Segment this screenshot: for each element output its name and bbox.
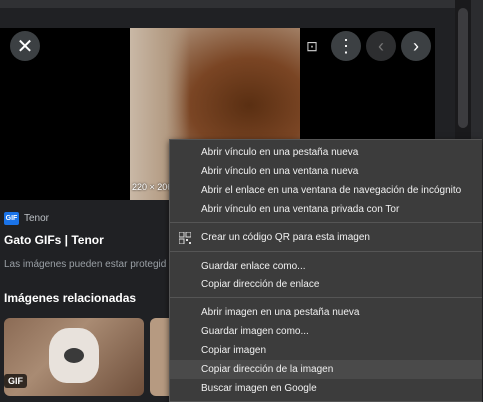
result-title[interactable]: Gato GIFs | Tenor <box>4 233 104 247</box>
menu-item-open-image-new-tab[interactable]: Abrir imagen en una pestaña nueva <box>170 303 482 322</box>
context-menu: Abrir vínculo en una pestaña nueva Abrir… <box>169 139 482 402</box>
menu-item-search-image-google[interactable]: Buscar imagen en Google <box>170 379 482 398</box>
gif-source-icon: GIF <box>4 212 19 225</box>
close-icon: ✕ <box>16 35 34 58</box>
qr-code-icon <box>178 231 191 244</box>
lens-button[interactable]: ⊡ <box>297 31 327 61</box>
previous-image-button[interactable]: ‹ <box>366 31 396 61</box>
menu-item-copy-image-address[interactable]: Copiar dirección de la imagen <box>170 360 482 379</box>
lens-icon: ⊡ <box>306 37 318 54</box>
menu-separator <box>170 222 482 223</box>
next-image-button[interactable]: › <box>401 31 431 61</box>
menu-item-open-link-incognito[interactable]: Abrir el enlace en una ventana de navega… <box>170 181 482 200</box>
source-name: Tenor <box>24 213 50 224</box>
top-bar <box>0 0 455 8</box>
menu-item-copy-image[interactable]: Copiar imagen <box>170 341 482 360</box>
chevron-left-icon: ‹ <box>378 35 384 56</box>
copyright-notice: Las imágenes pueden estar protegid <box>4 259 167 270</box>
related-images-heading: Imágenes relacionadas <box>4 291 137 305</box>
menu-separator <box>170 251 482 252</box>
related-gif-badge: GIF <box>4 374 27 388</box>
menu-item-create-qr[interactable]: Crear un código QR para esta imagen <box>170 228 482 247</box>
source-row[interactable]: GIF Tenor <box>4 212 49 225</box>
menu-item-save-link[interactable]: Guardar enlace como... <box>170 257 482 276</box>
more-options-button[interactable]: ⋮ <box>331 31 361 61</box>
more-vertical-icon: ⋮ <box>337 35 355 56</box>
chevron-right-icon: › <box>413 35 419 56</box>
cat-image <box>49 328 99 383</box>
menu-item-copy-link[interactable]: Copiar dirección de enlace <box>170 275 482 294</box>
menu-item-save-image[interactable]: Guardar imagen como... <box>170 322 482 341</box>
close-button[interactable]: ✕ <box>10 31 40 61</box>
scrollbar-thumb[interactable] <box>458 8 468 128</box>
related-image-thumbnail-2[interactable] <box>150 318 170 396</box>
menu-item-open-link-tor[interactable]: Abrir vínculo en una ventana privada con… <box>170 200 482 219</box>
image-dimensions: 220 × 206 <box>132 182 173 192</box>
menu-separator <box>170 297 482 298</box>
menu-item-label: Crear un código QR para esta imagen <box>201 232 370 243</box>
menu-item-open-link-new-window[interactable]: Abrir vínculo en una ventana nueva <box>170 162 482 181</box>
menu-item-open-link-new-tab[interactable]: Abrir vínculo en una pestaña nueva <box>170 143 482 162</box>
